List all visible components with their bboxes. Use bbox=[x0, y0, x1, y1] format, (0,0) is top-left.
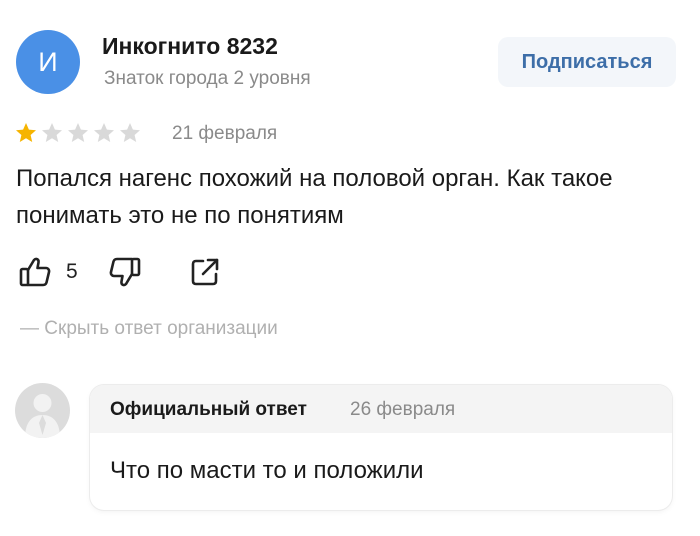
subscribe-button[interactable]: Подписаться bbox=[498, 37, 676, 87]
official-answer-title: Официальный ответ bbox=[110, 399, 307, 420]
author-level: Знаток города 2 уровня bbox=[104, 68, 311, 89]
star-empty-icon bbox=[68, 123, 88, 142]
official-answer-text: Что по масти то и положили bbox=[110, 457, 424, 484]
thumbs-up-icon bbox=[19, 257, 51, 287]
official-answer-card: Официальный ответ 26 февраля Что по маст… bbox=[90, 385, 672, 510]
rating-stars bbox=[14, 121, 142, 145]
like-button[interactable]: 5 bbox=[18, 255, 78, 289]
star-empty-icon bbox=[42, 123, 62, 142]
like-count: 5 bbox=[66, 260, 78, 283]
share-button[interactable] bbox=[188, 255, 222, 289]
author-name[interactable]: Инкогнито 8232 bbox=[102, 33, 278, 60]
review-date: 21 февраля bbox=[172, 123, 278, 144]
dislike-button[interactable] bbox=[108, 255, 142, 289]
star-empty-icon bbox=[120, 123, 140, 142]
star-filled-icon bbox=[16, 123, 36, 142]
hide-answer-link[interactable]: — Скрыть ответ организации bbox=[20, 318, 278, 340]
official-answer-date: 26 февраля bbox=[350, 399, 456, 420]
thumbs-down-icon bbox=[109, 257, 140, 287]
person-silhouette-icon bbox=[25, 394, 60, 438]
review-actions: 5 bbox=[18, 255, 222, 289]
author-avatar[interactable]: И bbox=[16, 30, 80, 94]
review-text: Попался нагенс похожий на половой орган.… bbox=[16, 165, 613, 229]
organization-avatar[interactable] bbox=[15, 383, 70, 438]
star-empty-icon bbox=[94, 123, 114, 142]
official-answer-header: Официальный ответ 26 февраля bbox=[90, 385, 672, 433]
share-icon bbox=[191, 258, 218, 286]
